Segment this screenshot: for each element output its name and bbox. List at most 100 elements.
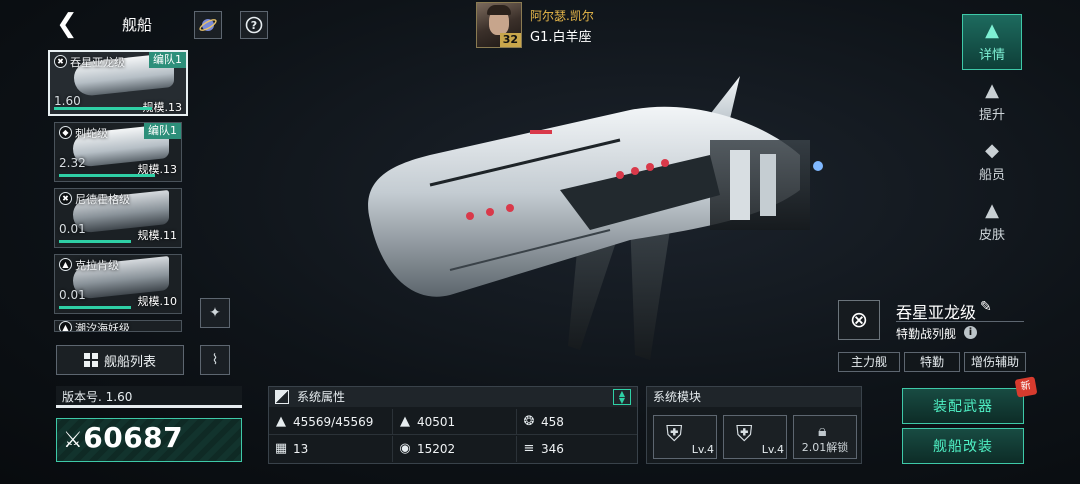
- attr-armor: ▲ 40501: [393, 409, 517, 435]
- ship-list-label: 舰船列表: [103, 354, 156, 370]
- edit-icon[interactable]: ✎: [980, 299, 992, 315]
- attributes-title: 系统属性: [297, 390, 346, 404]
- ship-card-name: 潮汐海妖级: [75, 322, 130, 332]
- crosshair-icon: ⊗: [849, 307, 869, 333]
- nav-crew[interactable]: ◆ 船员: [962, 134, 1022, 190]
- ship-class-icon: ▲: [59, 321, 72, 331]
- power-panel: ⚔60687: [56, 418, 242, 462]
- ship-card-1[interactable]: ◆ 刺蛇级 编队1 2.32 规模.13: [54, 122, 182, 182]
- shield-icon: ◉: [399, 441, 411, 456]
- fleet-badge: 编队1: [149, 52, 186, 68]
- combat-power: ⚔60687: [63, 421, 183, 454]
- modify-ship-button[interactable]: 舰船改装: [902, 428, 1024, 464]
- svg-text:?: ?: [251, 19, 257, 32]
- attr-value: 15202: [417, 442, 456, 456]
- ship-card-2[interactable]: ✖ 尼德霍格级 0.01 规模.11: [54, 188, 182, 248]
- module-level: Lv.4: [691, 443, 714, 456]
- planet-button[interactable]: [194, 11, 222, 39]
- module-slot-2[interactable]: ⛨ Lv.4: [723, 415, 787, 459]
- wave-icon: ⌇: [211, 352, 219, 368]
- info-icon[interactable]: i: [964, 326, 977, 339]
- avatar-hair: [487, 5, 511, 15]
- nav-upgrade[interactable]: ▲ 提升: [962, 74, 1022, 130]
- attr-value: 40501: [417, 415, 456, 429]
- grid-icon: [83, 353, 98, 367]
- ship-card-0[interactable]: ✖ 吞星亚龙级 编队1 1.60 规模.13: [48, 50, 188, 116]
- new-badge: 新: [1014, 376, 1038, 398]
- ship-card-name: 克拉肯级: [75, 259, 119, 272]
- nav-skin[interactable]: ▲ 皮肤: [962, 194, 1022, 250]
- attr-cargo: ≡ 346: [517, 436, 637, 462]
- attr-value: 346: [541, 442, 564, 456]
- equip-weapon-button[interactable]: 装配武器: [902, 388, 1024, 424]
- speed-icon: ❂: [523, 414, 535, 429]
- attr-value: 45569/45569: [293, 415, 374, 429]
- question-icon: ?: [245, 16, 263, 34]
- ship-card-version: 0.01: [59, 222, 86, 236]
- attr-value: 458: [541, 415, 564, 429]
- module-level: Lv.4: [761, 443, 784, 456]
- ship-card-scale: 规模.10: [137, 295, 178, 308]
- ship-card-version: 0.01: [59, 288, 86, 302]
- help-button[interactable]: ?: [240, 11, 268, 39]
- commander-level: 32: [499, 33, 521, 47]
- ship-card-version: 1.60: [54, 94, 81, 108]
- page-title: 舰船: [122, 16, 153, 34]
- version-label: 版本号. 1.60: [56, 386, 242, 408]
- ship-card-name: 刺蛇级: [75, 127, 108, 140]
- ship-name: 吞星亚龙级: [896, 303, 977, 322]
- nav-skin-label: 皮肤: [978, 228, 1005, 243]
- attr-shield: ◉ 15202: [393, 436, 517, 462]
- attr-durability: ▲ 45569/45569: [269, 409, 393, 435]
- ship-card-name: 吞星亚龙级: [70, 56, 125, 69]
- tag-support: 增伤辅助: [964, 352, 1026, 372]
- upgrade-icon: ▲: [985, 80, 999, 101]
- attr-value: 13: [293, 442, 309, 456]
- skin-icon: ▲: [985, 200, 999, 221]
- ship-card-3[interactable]: ▲ 克拉肯级 0.01 规模.10: [54, 254, 182, 314]
- ship-class-icon: ◆: [59, 126, 72, 139]
- fleet-badge: 编队1: [144, 123, 181, 139]
- attr-speed: ❂ 458: [517, 409, 637, 435]
- tag-main-ship: 主力舰: [838, 352, 900, 372]
- planet-icon: [199, 19, 217, 31]
- shield-icon: ⛨: [666, 422, 683, 447]
- cargo-icon: ≡: [523, 441, 535, 456]
- ship-class-icon: ▲: [59, 258, 72, 271]
- nav-upgrade-label: 提升: [978, 108, 1005, 123]
- modules-panel: 系统模块 ⛨ Lv.4 ⛨ Lv.4 🔒︎ 2.01解锁: [646, 386, 862, 464]
- attr-grid: ▦ 13: [269, 436, 393, 462]
- fleet-filter-button[interactable]: ✦: [200, 298, 230, 328]
- ship-class-badge: ⊗: [838, 300, 880, 340]
- ship-list-button[interactable]: 舰船列表: [56, 345, 184, 375]
- shield-lock-icon: ⛨: [736, 422, 753, 447]
- attributes-panel: 系统属性 ▲ ▼ ▲ 45569/45569 ▲ 40501 ❂ 458 ▦ 13…: [268, 386, 638, 464]
- ship-card-name: 尼德霍格级: [75, 193, 130, 206]
- nav-detail[interactable]: ▲ 详情: [962, 14, 1022, 70]
- stats-button[interactable]: ⌇: [200, 345, 230, 375]
- tag-special: 特勤: [904, 352, 960, 372]
- ship-class-icon: ✖: [54, 55, 67, 68]
- commander-avatar[interactable]: 32: [476, 2, 522, 48]
- ship-card-4[interactable]: ▲ 潮汐海妖级: [54, 320, 182, 332]
- crew-icon: ◆: [985, 140, 999, 161]
- fleet-icon: ✦: [209, 305, 221, 321]
- attributes-toggle[interactable]: ▲ ▼: [613, 389, 631, 405]
- ship-card-progress: [59, 240, 131, 243]
- swords-icon: ⚔: [63, 428, 84, 453]
- commander-sector: G1.白羊座: [530, 30, 592, 45]
- ship-role: 特勤战列舰: [896, 327, 957, 341]
- ship-card-progress: [59, 174, 155, 177]
- ship-model[interactable]: [330, 70, 850, 370]
- module-unlock-text: 2.01解锁: [801, 441, 849, 454]
- attributes-icon: [275, 390, 289, 404]
- back-button[interactable]: ❮: [56, 10, 80, 38]
- nav-crew-label: 船员: [978, 168, 1005, 183]
- module-slot-1[interactable]: ⛨ Lv.4: [653, 415, 717, 459]
- nav-detail-label: 详情: [978, 48, 1005, 63]
- ship-card-version: 2.32: [59, 156, 86, 170]
- ship-card-scale: 规模.11: [137, 229, 178, 242]
- module-slot-3[interactable]: 🔒︎ 2.01解锁: [793, 415, 857, 459]
- armor-icon: ▲: [400, 414, 410, 429]
- lock-icon: 🔒︎: [818, 421, 827, 440]
